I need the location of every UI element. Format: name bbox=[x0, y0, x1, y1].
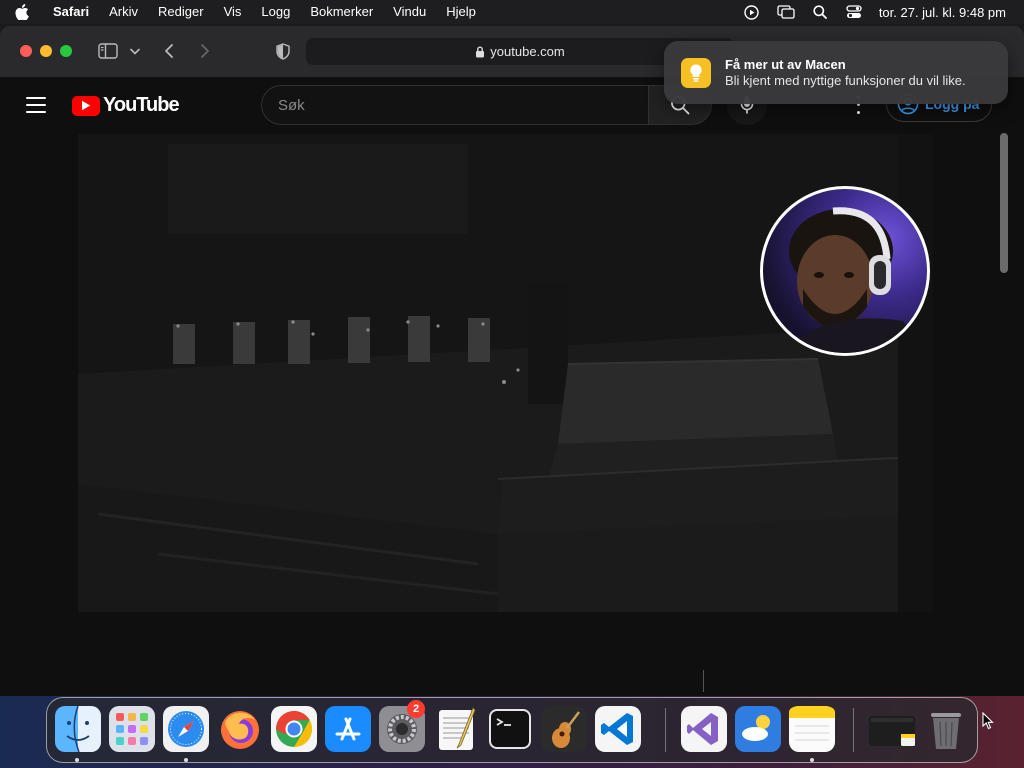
notes-icon[interactable] bbox=[789, 706, 835, 752]
streamer-facecam bbox=[760, 186, 930, 356]
menu-vindu[interactable]: Vindu bbox=[383, 0, 436, 24]
visual-studio-icon[interactable] bbox=[681, 706, 727, 752]
menu-rediger[interactable]: Rediger bbox=[148, 0, 214, 24]
trash-icon[interactable] bbox=[923, 706, 969, 752]
safari-window: youtube.com YouTube Logg på bbox=[0, 26, 1024, 696]
minimize-window-button[interactable] bbox=[40, 45, 52, 57]
finder-icon[interactable] bbox=[55, 706, 101, 752]
downloads-stack-icon[interactable] bbox=[869, 706, 915, 752]
player-divider bbox=[703, 670, 704, 692]
weather-icon[interactable] bbox=[735, 706, 781, 752]
lock-icon bbox=[475, 46, 485, 58]
dock-separator bbox=[665, 708, 666, 752]
search-input[interactable] bbox=[262, 86, 649, 124]
notes-running-indicator bbox=[810, 758, 814, 762]
notification-title: Få mer ut av Macen bbox=[725, 56, 846, 72]
safari-running-indicator bbox=[184, 758, 188, 762]
chrome-icon[interactable] bbox=[271, 706, 317, 752]
screen-mirroring-icon[interactable] bbox=[769, 0, 803, 24]
menu-vis[interactable]: Vis bbox=[214, 0, 252, 24]
privacy-shield-icon[interactable] bbox=[274, 40, 292, 62]
app-store-icon[interactable] bbox=[325, 706, 371, 752]
mouse-cursor bbox=[982, 711, 994, 735]
menu-bokmerker[interactable]: Bokmerker bbox=[300, 0, 383, 24]
notification-banner[interactable]: Få mer ut av Macen Bli kjent med nyttige… bbox=[664, 41, 1008, 104]
hamburger-menu-icon[interactable] bbox=[26, 97, 46, 113]
youtube-logo[interactable]: YouTube bbox=[72, 94, 180, 117]
chevron-down-icon[interactable] bbox=[128, 40, 142, 62]
page-scrollbar[interactable] bbox=[1000, 133, 1008, 273]
address-url: youtube.com bbox=[490, 44, 565, 59]
finder-running-indicator bbox=[75, 758, 79, 762]
search-box[interactable] bbox=[261, 85, 649, 125]
notification-body: Bli kjent med nyttige funksjoner du vil … bbox=[725, 72, 966, 88]
forward-icon[interactable] bbox=[196, 40, 214, 62]
streamer-face-image bbox=[783, 207, 927, 353]
textedit-icon[interactable] bbox=[433, 706, 479, 752]
menu-logg[interactable]: Logg bbox=[251, 0, 300, 24]
sidebar-icon[interactable] bbox=[96, 40, 120, 62]
menu-hjelp[interactable]: Hjelp bbox=[436, 0, 486, 24]
control-center-icon[interactable] bbox=[837, 0, 871, 24]
play-circle-icon[interactable] bbox=[735, 0, 769, 24]
fullscreen-window-button[interactable] bbox=[60, 45, 72, 57]
dock-separator-2 bbox=[853, 708, 854, 752]
dock: 2 bbox=[46, 697, 978, 763]
lightbulb-icon bbox=[681, 57, 711, 88]
youtube-wordmark: YouTube bbox=[103, 94, 180, 116]
firefox-icon[interactable] bbox=[217, 706, 263, 752]
launchpad-icon[interactable] bbox=[109, 706, 155, 752]
menu-bar: Safari Arkiv Rediger Vis Logg Bokmerker … bbox=[0, 0, 1024, 24]
terminal-icon[interactable] bbox=[487, 706, 533, 752]
apple-menu-icon[interactable] bbox=[0, 4, 44, 20]
safari-icon[interactable] bbox=[163, 706, 209, 752]
menubar-clock[interactable]: tor. 27. jul. kl. 9:48 pm bbox=[871, 5, 1006, 20]
menu-arkiv[interactable]: Arkiv bbox=[99, 0, 148, 24]
youtube-page: YouTube Logg på bbox=[0, 78, 1010, 696]
system-settings-badge: 2 bbox=[407, 700, 425, 718]
menu-safari[interactable]: Safari bbox=[44, 0, 99, 24]
youtube-play-logo-icon bbox=[72, 95, 100, 116]
vscode-icon[interactable] bbox=[595, 706, 641, 752]
system-settings-icon[interactable]: 2 bbox=[379, 700, 425, 752]
close-window-button[interactable] bbox=[20, 45, 32, 57]
spotlight-search-icon[interactable] bbox=[803, 0, 837, 24]
garageband-icon[interactable] bbox=[541, 706, 587, 752]
back-icon[interactable] bbox=[160, 40, 178, 62]
